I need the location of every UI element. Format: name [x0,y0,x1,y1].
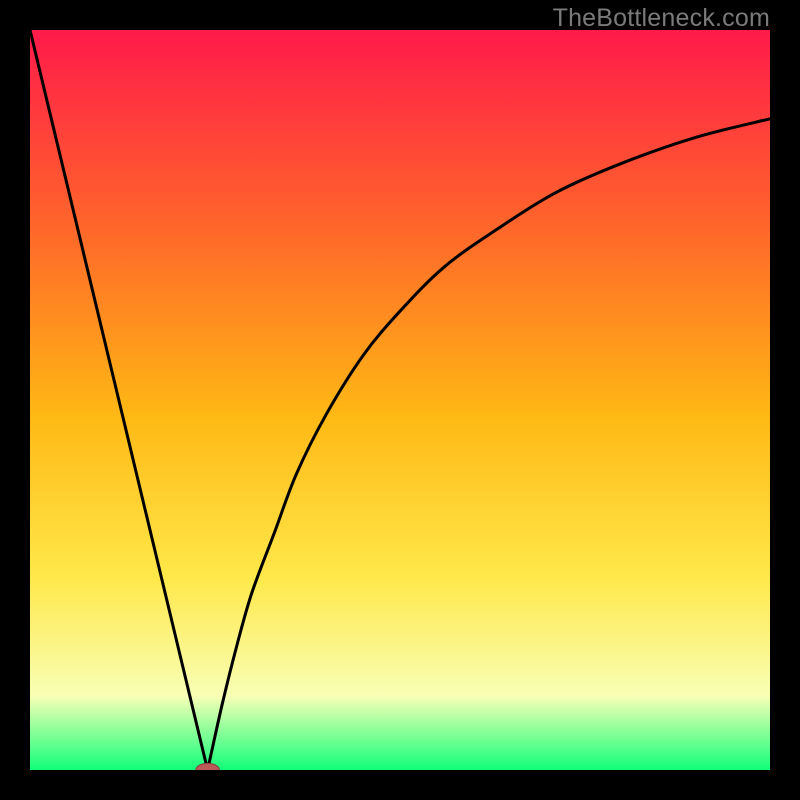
bottleneck-chart [30,30,770,770]
gradient-background [30,30,770,770]
chart-frame [30,30,770,770]
watermark-text: TheBottleneck.com [553,4,770,33]
